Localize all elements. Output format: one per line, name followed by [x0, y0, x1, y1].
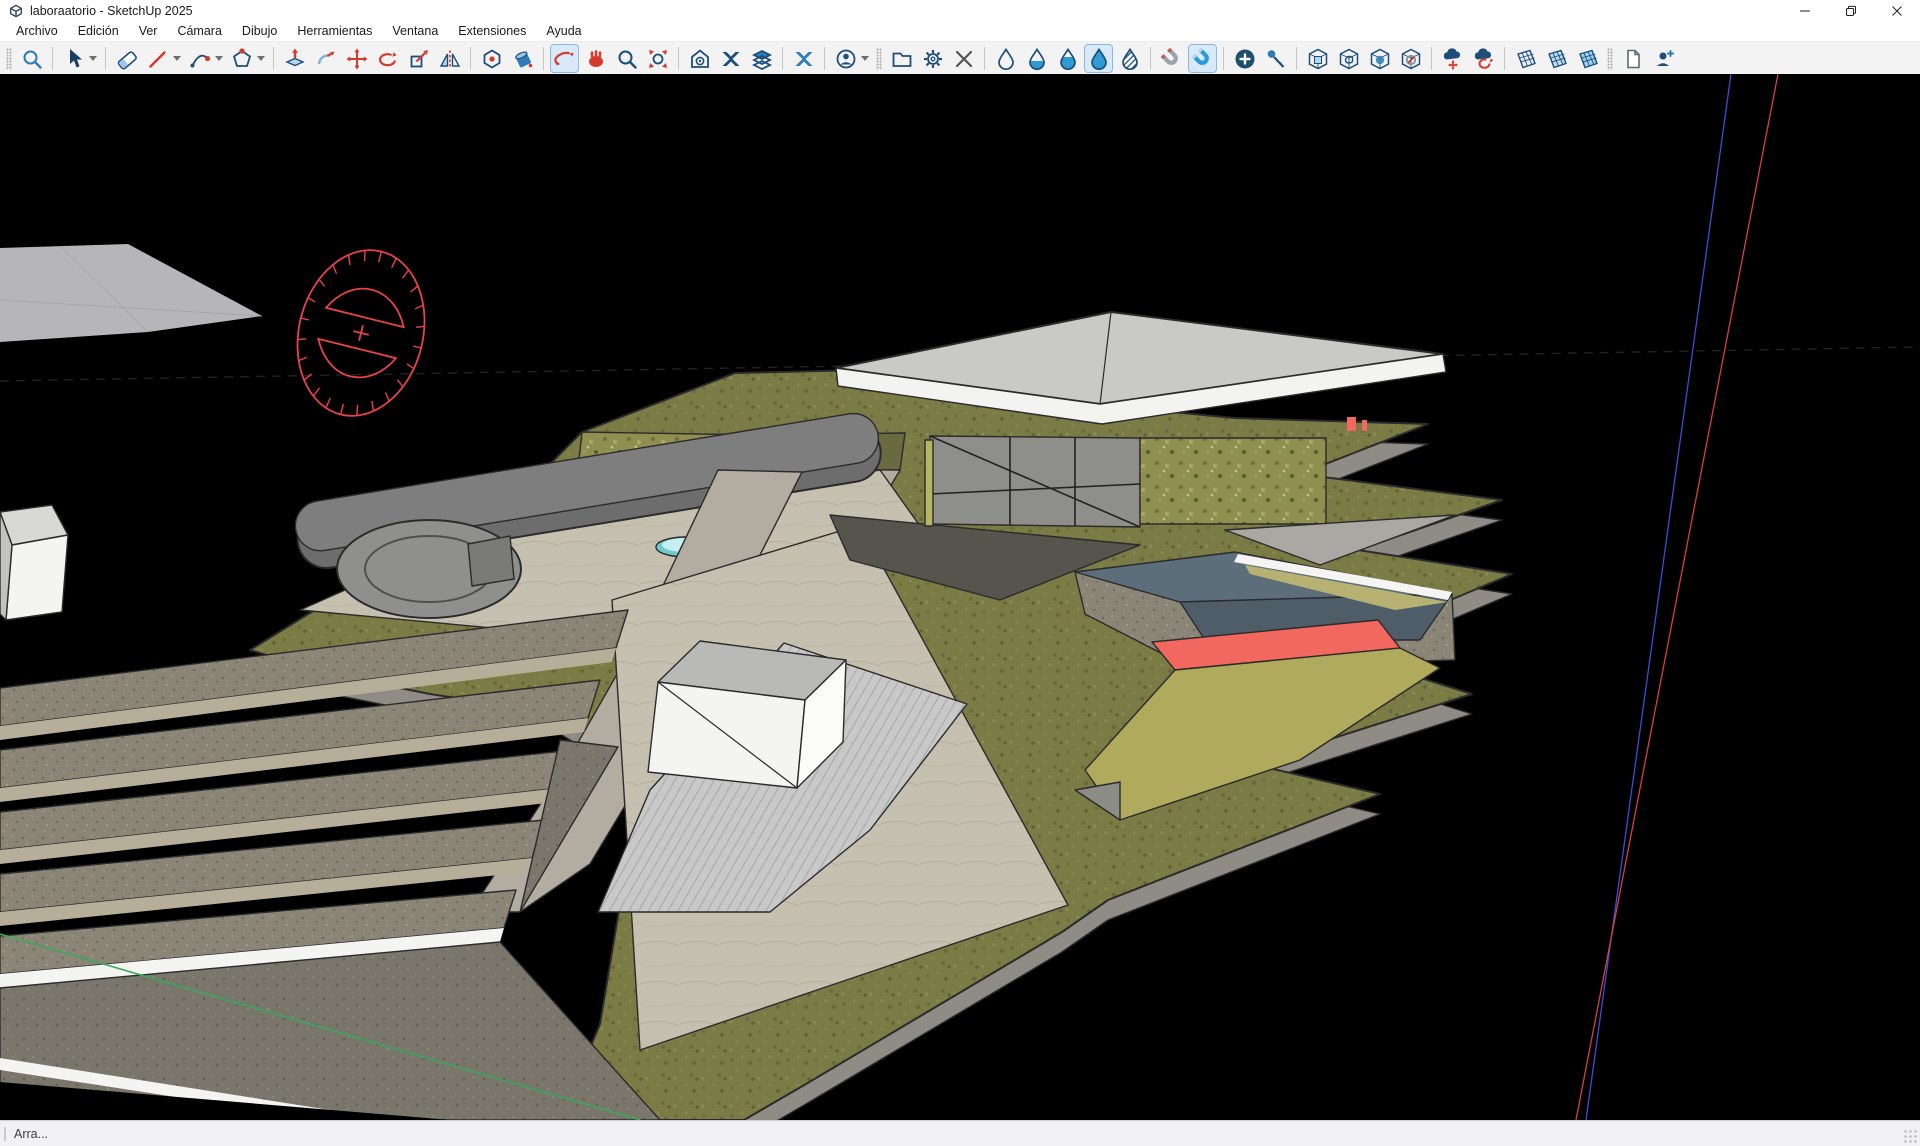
eraser-icon[interactable] — [112, 44, 141, 73]
menu-item-dibujo[interactable]: Dibujo — [232, 22, 287, 41]
window-controls — [1782, 0, 1920, 22]
white-box — [0, 505, 68, 620]
toolbar-separator — [1150, 47, 1151, 70]
dropdown-caret[interactable] — [257, 56, 265, 61]
viewport — [0, 74, 1920, 1120]
rotate-icon[interactable] — [373, 44, 402, 73]
dropdown-caret[interactable] — [89, 56, 97, 61]
toolbar-separator — [105, 47, 106, 70]
toolbar-separator — [1504, 47, 1505, 70]
hexagon-square-icon[interactable] — [1303, 44, 1332, 73]
droplet-low-icon[interactable] — [1022, 44, 1051, 73]
toolbar-separator — [782, 47, 783, 70]
toolbar-separator — [273, 47, 274, 70]
droplet-high-icon[interactable] — [1053, 44, 1082, 73]
account-icon[interactable] — [831, 44, 860, 73]
cloud-move-icon[interactable] — [1438, 44, 1467, 73]
menu-item-ventana[interactable]: Ventana — [382, 22, 448, 41]
droplet-hatched-icon[interactable] — [1115, 44, 1144, 73]
follow-me-icon[interactable] — [311, 44, 340, 73]
house-gear-icon[interactable] — [685, 44, 714, 73]
viewport-canvas[interactable] — [0, 74, 1920, 1120]
toolbar-separator — [824, 47, 825, 70]
menu-item-extensiones[interactable]: Extensiones — [448, 22, 536, 41]
close-button[interactable] — [1874, 0, 1920, 22]
status-bar: Arra... — [0, 1120, 1920, 1146]
menu-item-archivo[interactable]: Archivo — [6, 22, 68, 41]
add-point-icon[interactable] — [1230, 44, 1259, 73]
toolbar-separator — [470, 47, 471, 70]
pin-line-icon[interactable] — [1261, 44, 1290, 73]
toolbar-separator — [1223, 47, 1224, 70]
orbit-icon[interactable] — [550, 44, 579, 73]
restore-button[interactable] — [1828, 0, 1874, 22]
magnet-icon[interactable] — [1188, 44, 1217, 73]
toolbar-separator — [984, 47, 985, 70]
dropdown-caret[interactable] — [861, 56, 869, 61]
offset-icon[interactable] — [477, 44, 506, 73]
toolbar-separator — [1431, 47, 1432, 70]
add-person-icon[interactable] — [1649, 44, 1678, 73]
hexagon-disabled-icon[interactable] — [1396, 44, 1425, 73]
back-edges-style-icon[interactable] — [747, 44, 776, 73]
menu-item-herramientas[interactable]: Herramientas — [287, 22, 382, 41]
new-file-icon[interactable] — [1618, 44, 1647, 73]
pavilion-moss-panel — [1140, 438, 1326, 524]
xray-toggle-icon[interactable] — [789, 44, 818, 73]
hexagon-blob-icon[interactable] — [1334, 44, 1363, 73]
droplet-full-icon[interactable] — [1084, 44, 1113, 73]
status-grip — [4, 1127, 6, 1141]
arc-icon[interactable] — [185, 44, 214, 73]
magnet-gray-icon[interactable] — [1157, 44, 1186, 73]
gear-icon[interactable] — [918, 44, 947, 73]
menu-item-ver[interactable]: Ver — [129, 22, 168, 41]
sketchup-logo-icon — [8, 3, 24, 19]
minimize-button[interactable] — [1782, 0, 1828, 22]
toolbar-separator — [543, 47, 544, 70]
shapes-icon[interactable] — [227, 44, 256, 73]
zoom-icon[interactable] — [612, 44, 641, 73]
circular-courtyard — [337, 520, 521, 618]
push-pull-icon[interactable] — [280, 44, 309, 73]
menu-bar: ArchivoEdiciónVerCámaraDibujoHerramienta… — [0, 22, 1920, 42]
dropdown-caret[interactable] — [173, 56, 181, 61]
droplet-empty-icon[interactable] — [991, 44, 1020, 73]
window-title: laboraatorio - SketchUp 2025 — [30, 4, 193, 18]
close-icon[interactable] — [949, 44, 978, 73]
toolbar — [0, 42, 1920, 76]
scale-icon[interactable] — [404, 44, 433, 73]
menu-item-edicion[interactable]: Edición — [68, 22, 129, 41]
search-icon[interactable] — [17, 44, 46, 73]
line-icon[interactable] — [143, 44, 172, 73]
toolbar-drag-handle[interactable] — [1607, 48, 1613, 70]
terrain-smoove-icon[interactable] — [1573, 44, 1602, 73]
menu-item-ayuda[interactable]: Ayuda — [536, 22, 591, 41]
toolbar-drag-handle[interactable] — [6, 48, 12, 70]
menu-item-camara[interactable]: Cámara — [167, 22, 231, 41]
terrain-mesh-shaded-icon[interactable] — [1542, 44, 1571, 73]
dropdown-caret[interactable] — [215, 56, 223, 61]
xray-style-icon[interactable] — [716, 44, 745, 73]
hexagon-sphere-icon[interactable] — [1365, 44, 1394, 73]
pavilion-post — [925, 440, 933, 526]
toolbar-separator — [678, 47, 679, 70]
select-icon[interactable] — [59, 44, 88, 73]
flip-icon[interactable] — [435, 44, 464, 73]
pan-icon[interactable] — [581, 44, 610, 73]
folder-icon[interactable] — [887, 44, 916, 73]
title-bar: laboraatorio - SketchUp 2025 — [0, 0, 1920, 22]
white-structure — [648, 641, 846, 788]
move-icon[interactable] — [342, 44, 371, 73]
resize-grip[interactable] — [1904, 1130, 1918, 1144]
paint-bucket-icon[interactable] — [508, 44, 537, 73]
terrain-mesh-icon[interactable] — [1511, 44, 1540, 73]
toolbar-separator — [52, 47, 53, 70]
cloud-rotate-icon[interactable] — [1469, 44, 1498, 73]
zoom-extents-icon[interactable] — [643, 44, 672, 73]
toolbar-separator — [1296, 47, 1297, 70]
status-text: Arra... — [14, 1127, 48, 1141]
toolbar-drag-handle[interactable] — [876, 48, 882, 70]
